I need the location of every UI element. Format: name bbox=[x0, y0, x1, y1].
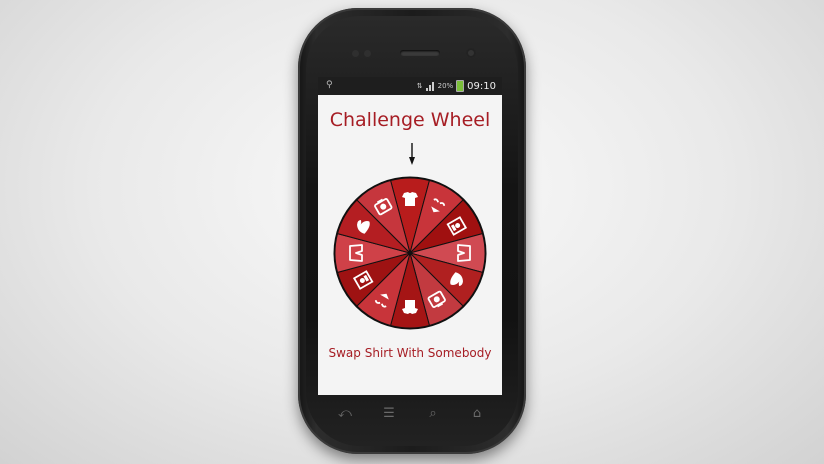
nav-bar: ⤺ ☰ ⌕ ⌂ bbox=[318, 402, 502, 428]
home-icon[interactable]: ⌂ bbox=[466, 406, 488, 422]
front-camera-icon bbox=[466, 48, 476, 58]
back-icon[interactable]: ⤺ bbox=[334, 406, 356, 422]
wheel-pointer-arrow-icon bbox=[409, 143, 415, 165]
wheel-hub bbox=[408, 251, 412, 255]
usb-icon: ⚲ bbox=[326, 80, 333, 90]
search-icon[interactable]: ⌕ bbox=[422, 406, 444, 422]
phone-frame: ⚲ ⇅ 20% 09:10 Challenge Wheel Swap Shirt… bbox=[298, 8, 526, 454]
light-sensor-icon bbox=[364, 50, 371, 57]
status-bar: ⚲ ⇅ 20% 09:10 bbox=[318, 77, 502, 95]
page-title: Challenge Wheel bbox=[329, 109, 491, 131]
battery-icon bbox=[456, 80, 465, 92]
menu-icon[interactable]: ☰ bbox=[378, 406, 400, 422]
battery-percent: 20% bbox=[437, 82, 454, 90]
app-screen: ⚲ ⇅ 20% 09:10 Challenge Wheel Swap Shirt… bbox=[318, 77, 502, 395]
challenge-wheel[interactable] bbox=[332, 175, 488, 331]
signal-icon bbox=[425, 81, 435, 91]
proximity-sensor-icon bbox=[352, 50, 359, 57]
clock: 09:10 bbox=[467, 80, 496, 92]
earpiece-speaker bbox=[400, 50, 440, 56]
challenge-result: Swap Shirt With Somebody bbox=[328, 346, 492, 360]
data-icon: ⇅ bbox=[416, 82, 423, 90]
